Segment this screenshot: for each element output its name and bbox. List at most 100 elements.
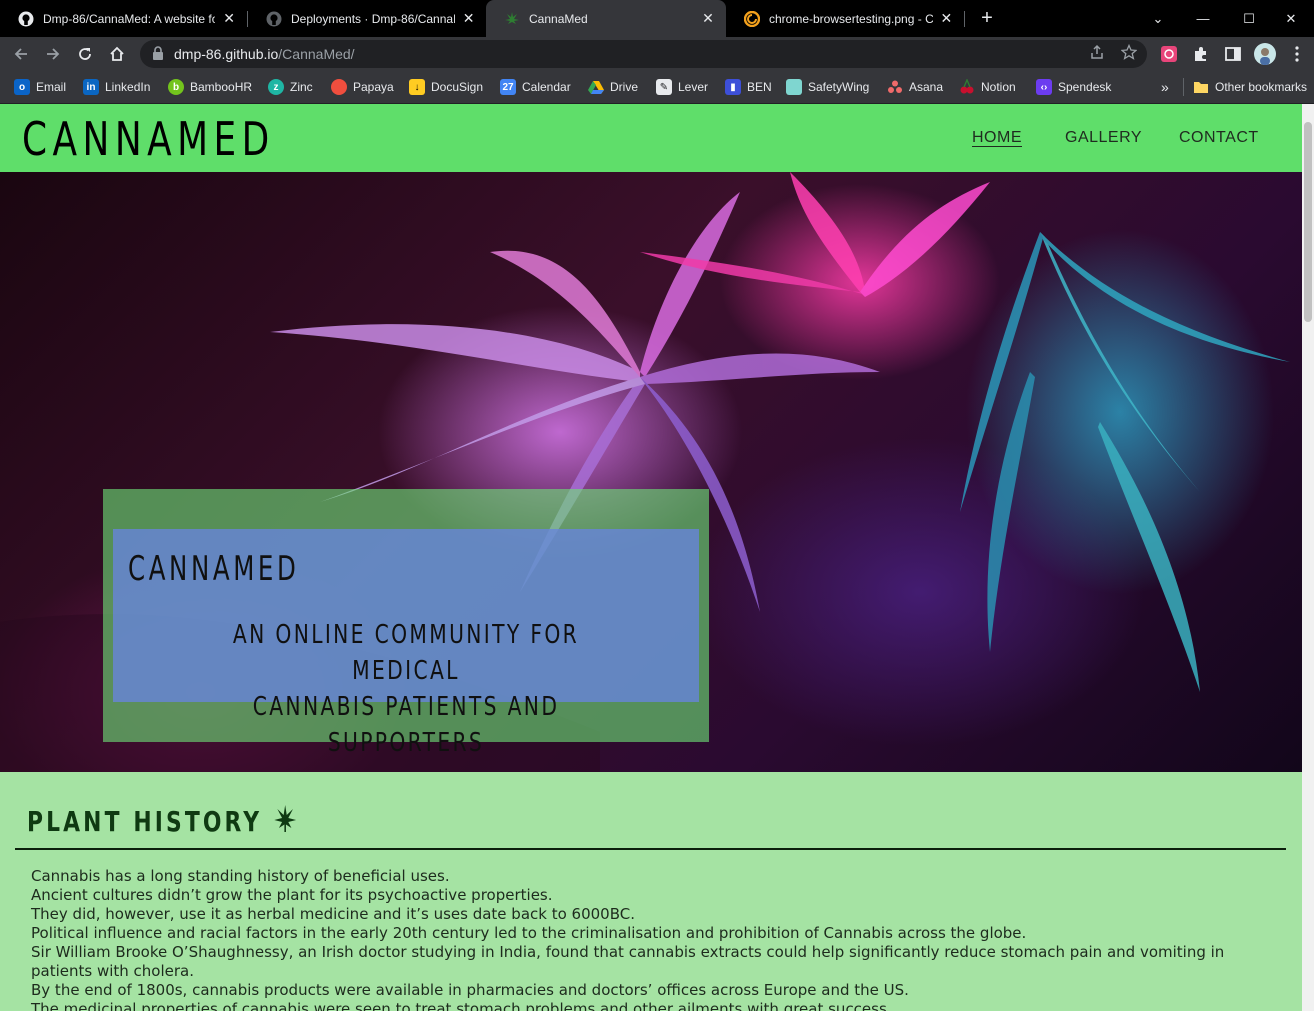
notion-icon: [959, 79, 975, 95]
reload-icon: [79, 48, 91, 60]
close-icon[interactable]: ✕: [221, 10, 237, 27]
bookmark-safetywing[interactable]: SafetyWing: [786, 78, 869, 96]
outlook-icon: o: [14, 79, 30, 95]
forward-button[interactable]: [40, 41, 66, 67]
history-paragraph: The medicinal properties of cannabis wer…: [31, 1000, 892, 1011]
bookmark-papaya[interactable]: Papaya: [331, 78, 394, 96]
bookmark-label: Calendar: [522, 80, 571, 94]
ben-icon: ▮: [725, 79, 741, 95]
bookmark-ben[interactable]: ▮ BEN: [725, 78, 772, 96]
url-path: /CannaMed/: [278, 46, 355, 62]
site-navbar: CANNAMED HOME GALLERY CONTACT: [0, 104, 1302, 172]
hero-card-inner: CANNAMED AN ONLINE COMMUNITY FOR MEDICAL…: [113, 529, 699, 758]
hero-section: CANNAMED AN ONLINE COMMUNITY FOR MEDICAL…: [0, 172, 1302, 772]
share-icon[interactable]: [1086, 41, 1108, 63]
reload-button[interactable]: [72, 41, 98, 67]
cannabis-leaf-icon: [504, 11, 520, 27]
bookmark-label: DocuSign: [431, 80, 484, 94]
tab-title: chrome-browsertesting.png - Ca: [769, 11, 933, 26]
linkedin-icon: in: [83, 79, 99, 95]
puzzle-icon[interactable]: [1190, 43, 1212, 65]
menu-kebab-icon[interactable]: [1286, 43, 1308, 65]
side-panel-icon[interactable]: [1222, 43, 1244, 65]
bookmark-label: Asana: [909, 80, 944, 94]
history-text: Cannabis has a long standing history of …: [31, 867, 1261, 1011]
minimize-button[interactable]: —: [1180, 0, 1226, 37]
tab-canva[interactable]: chrome-browsertesting.png - Ca ✕: [726, 0, 964, 37]
back-button[interactable]: [8, 41, 34, 67]
bookmark-calendar[interactable]: 27 Calendar: [500, 78, 571, 96]
hero-subtitle: AN ONLINE COMMUNITY FOR MEDICAL CANNABIS…: [177, 617, 634, 761]
tab-title: CannaMed: [529, 11, 588, 26]
canva-icon: [744, 10, 760, 27]
bookmark-label: Notion: [981, 80, 1016, 94]
nav-home-link[interactable]: HOME: [972, 129, 1022, 147]
tab-title: Dmp-86/CannaMed: A website fo: [43, 11, 216, 26]
cannabis-leaf-icon: [273, 804, 296, 839]
papaya-icon: [331, 79, 347, 95]
tab-search-icon[interactable]: ⌄: [1135, 0, 1181, 37]
hero-title: CANNAMED: [128, 549, 300, 589]
zinc-icon: z: [268, 79, 284, 95]
hero-subtitle-line: AN ONLINE COMMUNITY FOR MEDICAL: [232, 620, 580, 686]
bookmark-lever[interactable]: ✎ Lever: [656, 78, 708, 96]
bookmark-asana[interactable]: Asana: [887, 78, 943, 96]
section-heading: PLANT HISTORY: [27, 804, 297, 839]
bookmark-label: BambooHR: [190, 80, 253, 94]
tab-deployments[interactable]: Deployments · Dmp-86/CannaMe ✕: [248, 0, 486, 37]
nav-contact-link[interactable]: CONTACT: [1179, 129, 1259, 147]
extension-icon[interactable]: [1158, 43, 1180, 65]
bookmark-label: LinkedIn: [105, 80, 151, 94]
close-icon[interactable]: ✕: [939, 10, 954, 27]
history-paragraph: Ancient cultures didn’t grow the plant f…: [31, 886, 553, 904]
lever-icon: ✎: [656, 79, 672, 95]
site-logo[interactable]: CANNAMED: [22, 112, 275, 166]
home-button[interactable]: [104, 41, 130, 67]
bookmark-drive[interactable]: Drive: [588, 78, 638, 96]
github-icon: [18, 11, 34, 27]
bookmark-label: BEN: [747, 80, 772, 94]
arrow-left-icon: [14, 48, 27, 60]
bookmark-docusign[interactable]: ↓ DocuSign: [409, 78, 483, 96]
tab-cannamed[interactable]: CannaMed ✕: [486, 0, 726, 37]
new-tab-button[interactable]: +: [976, 7, 998, 29]
github-icon: [266, 11, 282, 27]
bookmark-notion[interactable]: Notion: [959, 78, 1016, 96]
bookmark-linkedin[interactable]: in LinkedIn: [83, 78, 150, 96]
bookmark-star-icon[interactable]: [1118, 41, 1140, 63]
history-paragraph: Sir William Brooke O’Shaughnessy, an Iri…: [31, 943, 1225, 980]
bookmark-zinc[interactable]: z Zinc: [268, 78, 313, 96]
other-bookmarks-label: Other bookmarks: [1215, 80, 1308, 94]
bamboohr-icon: b: [168, 79, 184, 95]
tab-separator: [964, 11, 965, 27]
bookmark-label: Spendesk: [1058, 80, 1112, 94]
more-bookmarks-button[interactable]: »: [1161, 78, 1169, 96]
bookmark-bamboohr[interactable]: b BambooHR: [168, 78, 252, 96]
bookmark-label: Lever: [678, 80, 709, 94]
address-bar[interactable]: dmp-86.github.io/CannaMed/: [140, 40, 1147, 68]
close-icon[interactable]: ✕: [461, 10, 476, 27]
browser-toolbar: dmp-86.github.io/CannaMed/: [0, 37, 1314, 71]
page-scrollbar[interactable]: [1302, 104, 1314, 1011]
hero-card: CANNAMED AN ONLINE COMMUNITY FOR MEDICAL…: [103, 489, 709, 758]
history-paragraph: Cannabis has a long standing history of …: [31, 867, 450, 885]
bookmark-email[interactable]: o Email: [14, 78, 66, 96]
folder-icon: [1193, 79, 1209, 95]
drive-icon: [588, 79, 604, 95]
tab-title: Deployments · Dmp-86/CannaMe: [291, 11, 456, 26]
bookmark-label: Papaya: [353, 80, 394, 94]
tab-github-repo[interactable]: Dmp-86/CannaMed: A website fo ✕: [0, 0, 247, 37]
avatar[interactable]: [1254, 43, 1276, 65]
url-host: dmp-86.github.io: [174, 46, 279, 62]
calendar-icon: 27: [500, 79, 516, 95]
close-window-button[interactable]: ✕: [1268, 0, 1314, 37]
maximize-button[interactable]: ☐: [1226, 0, 1272, 37]
section-divider: [15, 848, 1286, 850]
nav-gallery-link[interactable]: GALLERY: [1065, 129, 1142, 147]
section-heading-text: PLANT HISTORY: [27, 805, 263, 838]
bookmark-spendesk[interactable]: ‹› Spendesk: [1036, 78, 1111, 96]
close-icon[interactable]: ✕: [700, 10, 716, 27]
scrollbar-thumb[interactable]: [1304, 122, 1312, 322]
web-page: CANNAMED HOME GALLERY CONTACT CANNAMED A…: [0, 104, 1302, 1011]
other-bookmarks[interactable]: Other bookmarks: [1193, 78, 1307, 96]
